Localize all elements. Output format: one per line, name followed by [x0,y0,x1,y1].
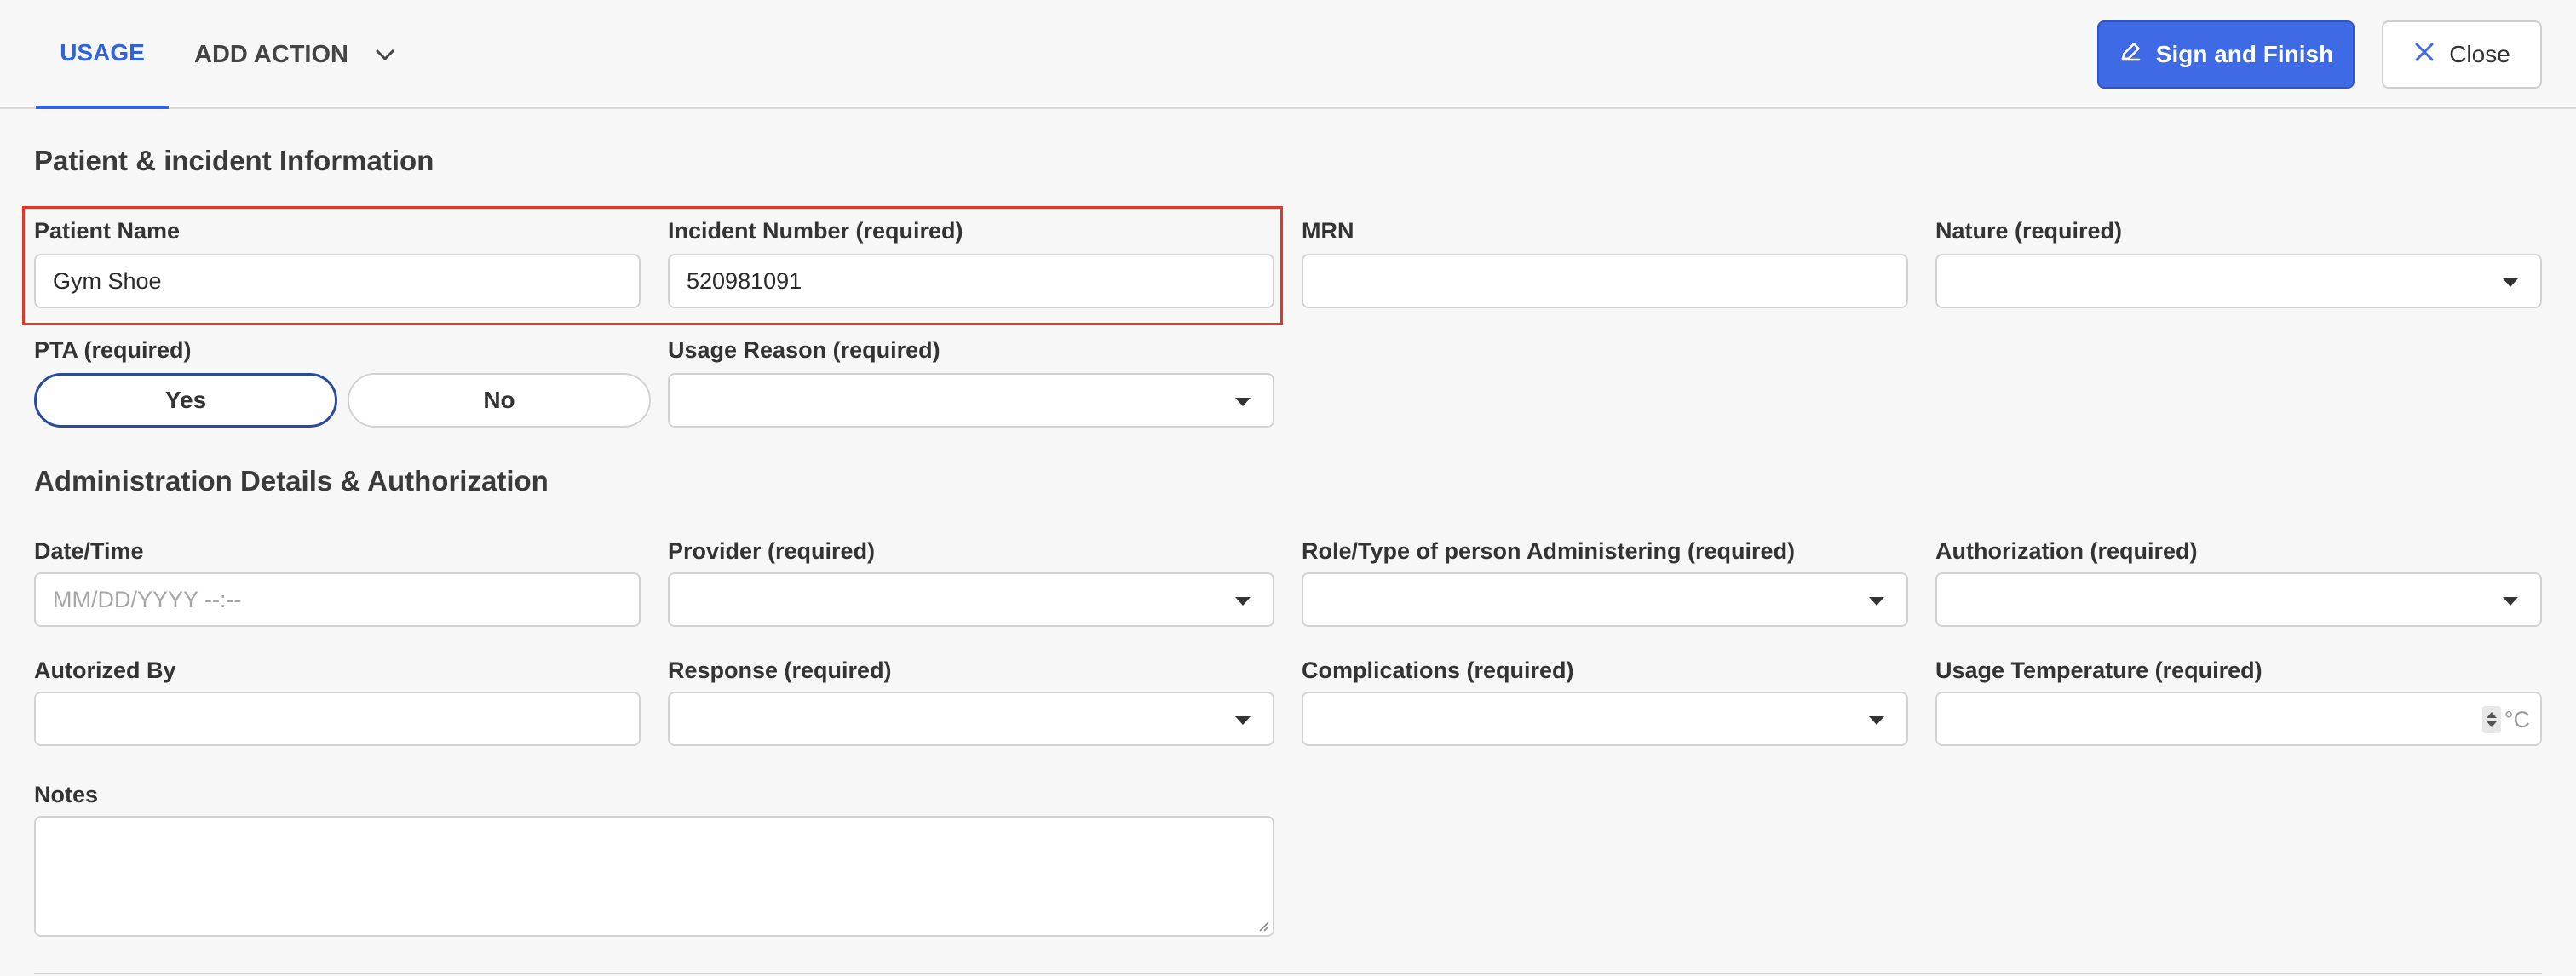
caret-down-icon [2503,278,2518,287]
caret-down-icon [1235,716,1251,725]
datetime-label: Date/Time [34,538,144,564]
incident-number-label: Incident Number (required) [668,218,963,244]
usage-reason-select[interactable] [668,373,1274,428]
resize-handle-icon[interactable] [1257,920,1269,932]
tab-usage[interactable]: USAGE [36,0,169,109]
pencil-icon [2119,40,2142,70]
caret-down-icon [1235,597,1251,606]
section-title-patient: Patient & incident Information [34,145,434,176]
section-title-admin: Administration Details & Authorization [34,465,549,497]
tab-add-action-label: ADD ACTION [194,40,348,68]
pta-no-toggle[interactable]: No [348,373,651,428]
temperature-unit-label: °C [2504,706,2530,732]
top-toolbar: USAGE ADD ACTION Sign and Finish Close [0,0,2576,109]
response-label: Response (required) [668,657,892,683]
tab-add-action[interactable]: ADD ACTION [194,0,396,109]
close-label: Close [2449,41,2510,67]
role-label: Role/Type of person Administering (requi… [1302,538,1796,564]
sign-and-finish-button[interactable]: Sign and Finish [2097,20,2355,89]
mrn-input[interactable] [1302,254,1908,308]
provider-select[interactable] [668,572,1274,627]
authorization-select[interactable] [1935,572,2542,627]
authorization-label: Authorization (required) [1935,538,2198,564]
patient-name-label: Patient Name [34,218,181,244]
datetime-input[interactable]: MM/DD/YYYY --:-- [34,572,641,627]
sign-and-finish-label: Sign and Finish [2155,41,2334,67]
role-select[interactable] [1302,572,1908,627]
response-select[interactable] [668,692,1274,746]
notes-label: Notes [34,782,99,807]
patient-name-input[interactable]: Gym Shoe [34,254,641,308]
authorized-by-label: Autorized By [34,657,176,683]
complications-label: Complications (required) [1302,657,1574,683]
close-button[interactable]: Close [2382,20,2542,89]
pta-label: PTA (required) [34,337,192,363]
temperature-unit: °C [2481,706,2530,733]
notes-textarea[interactable] [34,816,1274,937]
mrn-label: MRN [1302,218,1354,244]
caret-down-icon [1869,716,1884,725]
authorized-by-input[interactable] [34,692,641,746]
number-stepper[interactable] [2481,706,2501,733]
close-icon [2413,41,2435,69]
chevron-down-icon[interactable] [374,43,396,66]
nature-select[interactable] [1935,254,2542,308]
divider [34,973,2542,974]
caret-down-icon [1869,597,1884,606]
temperature-label: Usage Temperature (required) [1935,657,2263,683]
provider-label: Provider (required) [668,538,876,564]
incident-number-input[interactable]: 520981091 [668,254,1274,308]
usage-reason-label: Usage Reason (required) [668,337,940,363]
caret-down-icon [2503,597,2518,606]
nature-label: Nature (required) [1935,218,2123,244]
pta-yes-toggle[interactable]: Yes [34,373,337,428]
caret-down-icon [1235,398,1251,406]
complications-select[interactable] [1302,692,1908,746]
temperature-input[interactable]: °C [1935,692,2542,746]
